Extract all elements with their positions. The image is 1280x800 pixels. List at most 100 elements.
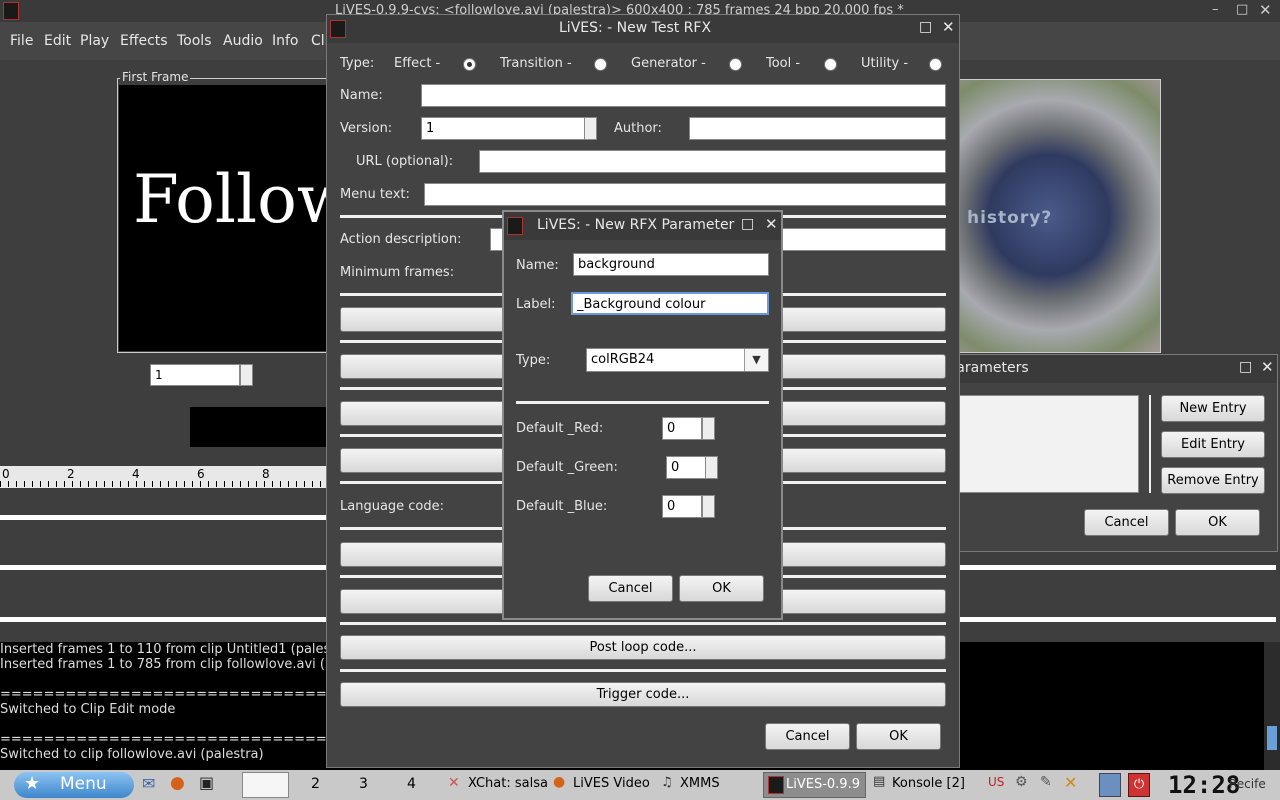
version-input[interactable]: 1 [421,117,586,140]
maximize-icon[interactable]: □ [1239,359,1252,375]
new-test-rfx-cancel-button[interactable]: Cancel [765,723,850,750]
type-tool-radio[interactable] [824,58,837,71]
frame-spin-arrows[interactable] [240,364,253,386]
version-spin-arrows[interactable] [584,117,597,140]
param-type-select[interactable]: colRGB24 [586,348,769,372]
menu-info[interactable]: Info [272,33,299,49]
workspace-3[interactable]: 3 [359,776,368,792]
new-test-rfx-title: LiVES: - New Test RFX [559,20,712,36]
author-input[interactable] [689,117,946,140]
type-effect-radio[interactable] [463,58,476,71]
video-track-line[interactable] [0,515,330,520]
menu-file[interactable]: File [10,33,33,49]
close-icon[interactable]: ✕ [942,18,955,36]
version-label: Version: [340,121,393,136]
url-input[interactable] [479,150,946,173]
xchat-tray-icon[interactable]: ✕ [1064,773,1077,792]
keyboard-layout-flag-icon[interactable]: US [988,775,1004,789]
menu-play[interactable]: Play [80,33,109,49]
minimize-icon[interactable]: – [1212,2,1219,17]
rfx-parameters-cancel-button[interactable]: Cancel [1084,509,1169,536]
frame-spin-input[interactable]: 1 [150,364,240,386]
default-red-input[interactable]: 0 [662,417,702,440]
type-utility-radio[interactable] [929,58,942,71]
ruler-ticks [0,481,330,487]
default-blue-spin-arrows[interactable] [702,495,715,518]
default-red-label: Default _Red: [516,421,604,436]
last-frame-image: history? [958,79,1161,353]
audio-preview-bar [190,407,330,447]
ruler-tick-label: 8 [262,467,270,481]
default-green-input[interactable]: 0 [666,456,706,479]
menu-tools[interactable]: Tools [177,33,212,49]
timeline-ruler[interactable]: 0 2 4 6 8 [0,466,330,488]
maximize-icon[interactable]: □ [1236,2,1248,17]
new-test-rfx-ok-button[interactable]: OK [856,723,941,750]
desktop-icon[interactable] [1099,773,1121,797]
task-lives-video[interactable]: LiVES Video [573,776,650,791]
close-icon[interactable]: ✕ [1261,358,1274,376]
remove-entry-button[interactable]: Remove Entry [1161,467,1265,494]
post-loop-code-button[interactable]: Post loop code... [340,635,946,660]
task-lives-label: LiVES-0.9.9 [786,777,860,792]
start-menu-button[interactable]: ★ Menu [14,772,134,798]
task-xchat[interactable]: XChat: salsa [468,776,548,791]
default-green-label: Default _Green: [516,460,618,475]
network-icon[interactable]: ⚙ [1015,774,1028,790]
power-icon[interactable]: ⏻ [1128,773,1150,797]
new-rfx-parameter-title: LiVES: - New RFX Parameter [537,217,735,233]
param-type-label: Type: [516,353,551,368]
default-red-spin-arrows[interactable] [702,417,715,440]
star-icon: ★ [24,773,41,794]
param-ok-button[interactable]: OK [679,575,764,602]
trigger-code-button[interactable]: Trigger code... [340,682,946,707]
workspace-4[interactable]: 4 [407,776,416,792]
param-cancel-button[interactable]: Cancel [588,575,673,602]
maximize-icon[interactable]: □ [741,216,754,232]
tools-icon[interactable]: ✎ [1040,774,1052,790]
menu-effects[interactable]: Effects [120,33,168,49]
maximize-icon[interactable]: □ [919,19,932,35]
terminal-icon[interactable]: ▣ [199,773,214,792]
param-label-input[interactable]: _Background colour [571,292,769,315]
task-xmms[interactable]: XMMS [680,776,720,791]
name-input[interactable] [421,84,946,107]
firefox-icon: ● [553,774,566,790]
type-generator-radio[interactable] [729,58,742,71]
task-konsole[interactable]: Konsole [2] [892,776,965,791]
default-blue-input[interactable]: 0 [662,495,702,518]
action-description-label: Action description: [340,232,462,247]
menu-audio[interactable]: Audio [223,33,263,49]
separator [516,401,769,404]
menu-text-input[interactable] [424,183,946,206]
workspace-1[interactable] [242,772,289,798]
lives-app-icon [3,2,19,20]
type-tool-label: Tool - [766,56,801,71]
rfx-parameters-ok-button[interactable]: OK [1175,509,1260,536]
new-rfx-parameter-dialog: LiVES: - New RFX Parameter □ ✕ Name: bac… [502,210,783,620]
new-entry-button[interactable]: New Entry [1161,395,1265,422]
chevron-down-icon[interactable]: ▼ [744,349,768,371]
ruler-tick-label: 4 [132,467,140,481]
close-icon[interactable]: ✕ [765,215,778,233]
menu-edit[interactable]: Edit [44,33,71,49]
type-transition-radio[interactable] [594,58,607,71]
task-lives-active[interactable]: LiVES-0.9.9 [763,772,866,798]
firefox-icon[interactable]: ● [170,773,185,793]
ruler-tick-label: 6 [197,467,205,481]
close-icon[interactable]: ✕ [1259,1,1272,19]
ruler-tick-label: 2 [67,467,75,481]
default-green-spin-arrows[interactable] [705,456,718,479]
log-scrollbar-thumb[interactable] [1267,726,1277,750]
workspace-2[interactable]: 2 [311,776,320,792]
mail-icon[interactable]: ✉ [142,774,155,793]
lives-app-icon [768,776,784,794]
type-transition-label: Transition - [500,56,572,71]
type-utility-label: Utility - [861,56,909,71]
author-label: Author: [614,121,662,136]
log-scrollbar[interactable] [1264,642,1280,770]
xchat-icon: ✕ [448,775,460,791]
edit-entry-button[interactable]: Edit Entry [1161,431,1265,458]
param-name-input[interactable]: background [573,253,769,276]
param-name-label: Name: [516,258,559,273]
